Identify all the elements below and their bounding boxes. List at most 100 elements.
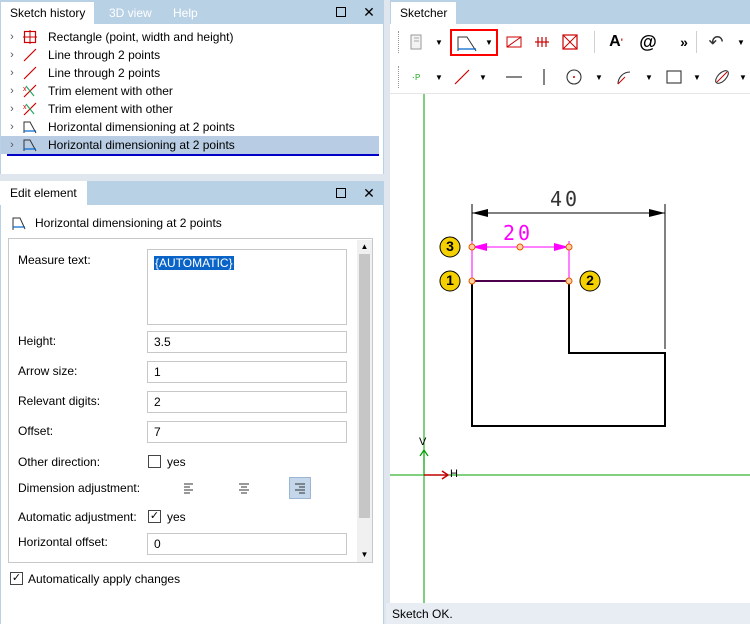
scroll-up-icon[interactable]: ▲ [357,240,372,254]
automatic-adjustment-label: Automatic adjustment: [18,510,137,524]
toolbar-separator [696,31,697,53]
measure-text-label: Measure text: [18,253,91,267]
dropdown-arrow-icon[interactable]: ▼ [644,65,654,89]
tab-sketch-history[interactable]: Sketch history [0,2,96,24]
align-center-icon[interactable] [235,480,253,496]
point-tool-icon[interactable]: · P [404,65,428,89]
horizontal-offset-field[interactable]: 0 [147,533,347,555]
history-item[interactable]: › x Trim element with other [1,82,379,100]
dimension-adjustment-label: Dimension adjustment: [18,481,141,495]
trim-icon: x [23,102,37,116]
toolbar-more-icon[interactable]: » [676,30,692,54]
align-right-icon[interactable] [289,477,311,499]
chevron-right-icon[interactable]: › [1,85,23,97]
history-item-label: Line through 2 points [48,48,161,62]
dropdown-arrow-icon[interactable]: ▼ [738,65,748,89]
vertical-line-icon[interactable] [532,65,556,89]
arc-tool-icon[interactable] [612,65,636,89]
dimension-icon [23,120,37,134]
history-item[interactable]: › Horizontal dimensioning at 2 points [1,118,379,136]
svg-text:x: x [23,104,27,111]
ellipse-tool-icon[interactable] [710,65,734,89]
relevant-digits-field[interactable]: 2 [147,391,347,413]
scroll-down-icon[interactable]: ▼ [357,548,372,562]
history-item-selected[interactable]: › Horizontal dimensioning at 2 points [1,136,379,154]
dimension-40-text[interactable]: 40 [550,187,580,211]
edit-panel-title: Edit element [0,181,87,205]
tab-3d-view[interactable]: 3D view [100,2,161,24]
other-direction-checkbox[interactable] [148,455,161,468]
marker-3: 3 [446,238,454,254]
align-left-icon[interactable] [180,480,198,496]
auto-apply-checkbox[interactable]: ✓ [10,572,23,585]
height-field[interactable]: 3.5 [147,331,347,353]
marker-2: 2 [586,272,594,288]
close-icon[interactable]: ✕ [358,181,380,205]
arrow-size-label: Arrow size: [18,364,78,378]
offset-field[interactable]: 7 [147,421,347,443]
chevron-right-icon[interactable]: › [1,121,23,133]
history-item-label: Line through 2 points [48,66,161,80]
history-item[interactable]: › Line through 2 points [1,46,379,64]
history-item-label: Trim element with other [48,84,173,98]
line-icon [23,66,37,80]
sketch-pages-icon[interactable] [404,30,428,54]
dimension-20-text[interactable]: 20 [503,221,533,245]
panel-divider [0,174,384,181]
at-symbol-icon[interactable]: @ [636,30,660,54]
sketcher-titlebar: Sketcher [390,0,750,24]
automatic-adjustment-checkbox[interactable]: ✓ [148,510,161,523]
tab-sketcher[interactable]: Sketcher [390,2,458,24]
sketch-canvas[interactable]: 40 20 3 1 2 V H [390,94,750,603]
angle-dimension-icon[interactable] [502,30,526,54]
dropdown-arrow-icon[interactable]: ▼ [692,65,702,89]
dropdown-arrow-icon[interactable]: ▼ [736,30,746,54]
dropdown-arrow-icon[interactable]: ▼ [434,65,444,89]
history-item[interactable]: › Rectangle (point, width and height) [1,28,379,46]
toolbar-grip[interactable] [398,66,401,88]
dropdown-arrow-icon[interactable]: ▼ [478,65,488,89]
relevant-digits-label: Relevant digits: [18,394,101,408]
measure-text-field[interactable]: {AUTOMATIC} [147,249,347,325]
dropdown-arrow-icon[interactable]: ▼ [434,30,444,54]
chevron-right-icon[interactable]: › [1,67,23,79]
frame-icon[interactable] [558,30,582,54]
tab-help[interactable]: Help [164,2,207,24]
history-item[interactable]: › x Trim element with other [1,100,379,118]
rectangle-tool-icon[interactable] [662,65,686,89]
close-icon[interactable]: ✕ [358,0,380,24]
chevron-right-icon[interactable]: › [1,31,23,43]
toolbar-separator [594,31,595,53]
scroll-thumb[interactable] [359,254,370,518]
circle-tool-icon[interactable] [562,65,586,89]
history-item-label: Trim element with other [48,102,173,116]
chevron-right-icon[interactable]: › [1,139,23,151]
horizontal-line-icon[interactable] [502,65,526,89]
marker-1: 1 [446,272,454,288]
text-tool-icon[interactable]: A ' [604,30,628,54]
dropdown-arrow-icon[interactable]: ▼ [594,65,604,89]
dimension-icon [23,138,37,152]
maximize-icon[interactable] [330,0,352,24]
sketch-history-tree: › Rectangle (point, width and height) › … [0,24,384,174]
offset-label: Offset: [18,424,54,438]
constraint-icon[interactable] [530,30,554,54]
axis-h-label: H [450,468,458,480]
chevron-right-icon[interactable]: › [1,103,23,115]
sketch-drawing [390,94,750,603]
dropdown-arrow-icon[interactable]: ▼ [485,38,493,47]
chevron-right-icon[interactable]: › [1,49,23,61]
undo-icon[interactable]: ↶ [704,30,728,54]
maximize-icon[interactable] [330,181,352,205]
edit-titlebar: Edit element ✕ [0,181,384,205]
history-item[interactable]: › Line through 2 points [1,64,379,82]
line-tool-icon[interactable] [450,65,474,89]
sketcher-toolbar-top: ▼ ▼ A ' @ » ↶ ▼ [390,24,750,60]
dimension-tool-icon[interactable]: ▼ [450,29,498,56]
status-text: Sketch OK. [392,607,453,621]
toolbar-grip[interactable] [398,31,401,53]
vertical-scrollbar[interactable]: ▲ ▼ [357,240,372,562]
history-insert-marker [7,154,379,156]
arrow-size-field[interactable]: 1 [147,361,347,383]
height-label: Height: [18,334,57,348]
